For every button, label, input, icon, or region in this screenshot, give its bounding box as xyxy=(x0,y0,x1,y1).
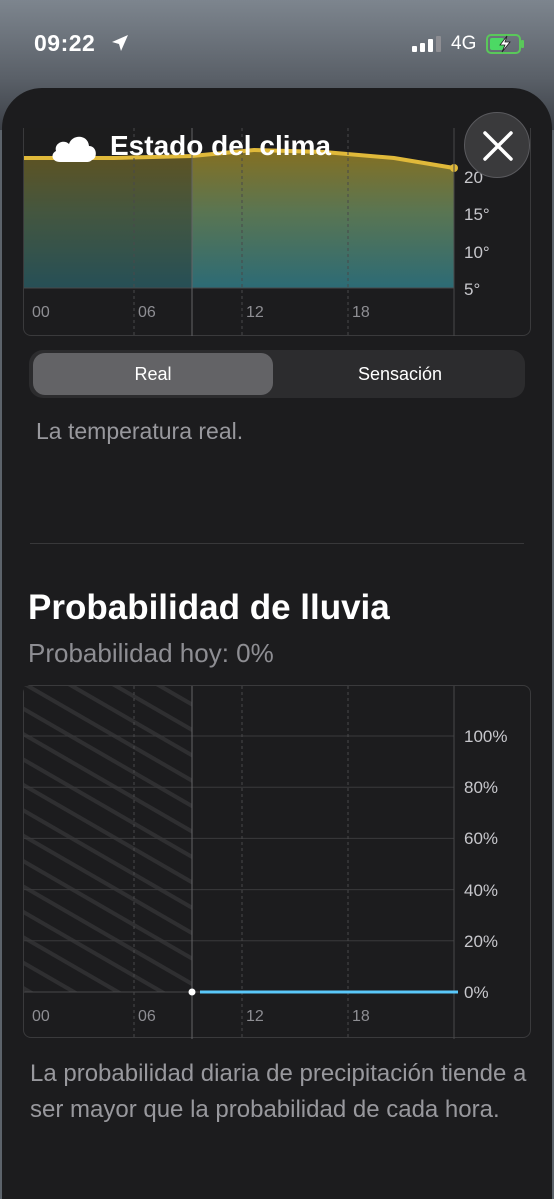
temp-y-tick: 5° xyxy=(464,280,481,299)
rain-chart-plot xyxy=(24,686,458,1039)
rain-y-tick: 60% xyxy=(464,829,499,849)
signal-bars-icon xyxy=(412,36,441,52)
rain-x-tick: 18 xyxy=(352,1008,370,1025)
status-bar: 09:22 4G xyxy=(0,0,554,90)
rain-subtitle: Probabilidad hoy: 0% xyxy=(28,638,274,668)
cloud-icon xyxy=(52,136,96,162)
segment-sensacion[interactable]: Sensación xyxy=(279,353,521,395)
close-icon xyxy=(483,131,513,161)
location-arrow-icon xyxy=(112,35,128,51)
rain-x-tick: 06 xyxy=(138,1008,156,1025)
rain-description: La probabilidad diaria de precipitación … xyxy=(30,1060,527,1123)
rain-y-tick: 40% xyxy=(464,880,499,900)
rain-y-tick: 20% xyxy=(464,931,499,951)
segment-real[interactable]: Real xyxy=(33,353,273,395)
rain-y-tick: 80% xyxy=(464,778,499,798)
temp-x-tick: 12 xyxy=(246,304,264,321)
temp-x-tick: 06 xyxy=(138,304,156,321)
temp-x-tick: 18 xyxy=(352,304,370,321)
temperature-mode-toggle: Real Sensación xyxy=(29,350,525,398)
network-label: 4G xyxy=(451,33,477,54)
current-hour-point xyxy=(188,988,196,996)
status-time: 09:22 xyxy=(34,30,96,56)
rain-y-tick: 100% xyxy=(464,727,508,746)
weather-sheet: 00 06 12 18 20° 15° 10° 5° Estado del cl… xyxy=(2,88,552,1199)
close-button[interactable] xyxy=(464,112,530,178)
past-hours-hatch xyxy=(24,686,192,992)
rain-x-tick: 12 xyxy=(246,1008,264,1025)
temp-y-tick: 10° xyxy=(464,243,490,262)
rain-title: Probabilidad de lluvia xyxy=(28,588,390,627)
rain-chart: 00 06 12 18 0% 20% 40% 60% 80% 100% xyxy=(23,685,531,1039)
temperature-description: La temperatura real. xyxy=(36,418,244,444)
temp-x-tick: 00 xyxy=(32,304,50,321)
section-divider xyxy=(30,543,524,544)
rain-y-tick: 0% xyxy=(464,983,489,1002)
rain-x-tick: 00 xyxy=(32,1008,50,1025)
temp-y-tick: 15° xyxy=(464,205,490,224)
battery-charging-icon xyxy=(486,34,524,54)
sheet-title: Estado del clima xyxy=(110,130,331,161)
